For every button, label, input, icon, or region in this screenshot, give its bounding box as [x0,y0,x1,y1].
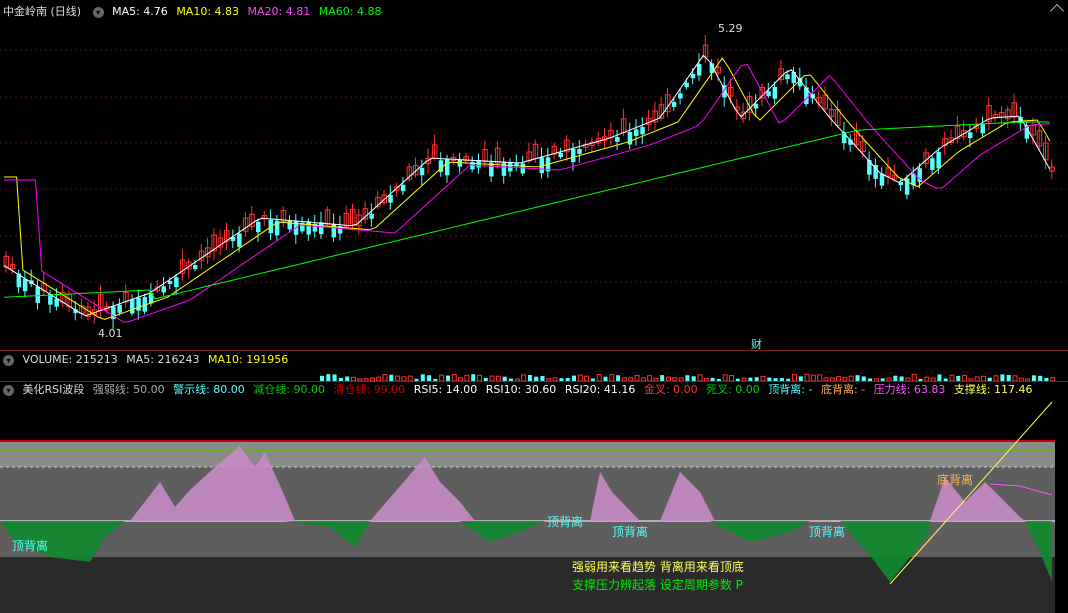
volume-bar [420,374,425,381]
volume-bars [320,373,1056,381]
ma20-line [4,63,1050,323]
candle-body [627,132,633,145]
candle-body [319,222,324,235]
candle-body [445,159,450,176]
top-divergence-label-2: 顶背离 [547,515,584,529]
candle-body [388,194,393,203]
candle-body [671,101,677,107]
candle-body [571,148,576,163]
top-divergence-label-3: 顶背离 [612,525,649,539]
candle-body [256,221,261,233]
candle-body [684,82,689,88]
candle-body [130,299,135,314]
candle-body [967,132,973,139]
candle-body [457,160,463,167]
ma5-line [3,54,1051,317]
candle-body [369,213,374,219]
rsi-band-chart [0,401,1055,613]
volume-bar [804,373,810,381]
candle-body [936,151,941,169]
candle-body [306,221,311,235]
indicator-panel[interactable]: ▾ 美化RSI波段 强弱线: 50.00 警示线: 80.00 减仓线: 90.… [0,382,1068,613]
indicator-note-1: 强弱用来看趋势 背离用来看顶底 [572,560,744,574]
candle-body [577,149,582,154]
volume-bar [937,374,942,381]
volume-panel[interactable]: ▾ VOLUME: 215213 MA5: 216243 MA10: 19195… [0,351,1068,381]
overbought-zone [0,441,1055,467]
candle-body [678,93,683,99]
candle-body [690,73,696,79]
volume-bar [911,373,917,381]
candle-body [640,126,645,135]
bottom-divergence-label: 底背离 [937,473,974,487]
volume-bar [326,374,331,381]
candle-body [766,91,771,97]
candle-body [161,286,166,293]
high-price-marker: 5.29 [718,22,743,35]
candle-body [287,220,292,230]
candle-body [615,136,620,142]
candle-body [35,286,40,303]
candle-body [400,184,406,192]
candle-body [753,103,759,109]
volume-bar [471,374,476,381]
candle-body [772,87,778,99]
candle-body [930,158,935,170]
candle-body [237,233,242,247]
indicator-note-2: 支撑压力辨起落 设定周期参数 P [572,578,743,592]
volume-bar [1000,374,1005,381]
candle-body [167,280,173,285]
candle-body [879,173,885,186]
candle-body [22,278,28,292]
candle-body [136,297,141,311]
candlestick-chart [0,34,1068,329]
candle-body [174,277,179,288]
top-divergence-label-4: 顶背离 [809,525,846,539]
candle-body [867,159,872,175]
candle-body [634,129,639,136]
candle-body [791,71,796,84]
candle-body [193,265,198,270]
candle-body [419,167,425,176]
candle-body [785,74,790,80]
candle-body [501,161,507,176]
ma60-line [3,121,1050,300]
candle-body [558,152,563,158]
candle-body [117,304,122,313]
candle-body [980,123,985,134]
top-divergence-label-1: 顶背离 [12,539,49,553]
price-panel[interactable]: 中金岭南 (日线) ▾ MA5: 4.76 MA10: 4.83 MA20: 4… [0,0,1068,351]
candle-body [148,292,154,304]
candle-body [697,64,702,76]
low-price-marker: 4.01 [98,327,123,340]
